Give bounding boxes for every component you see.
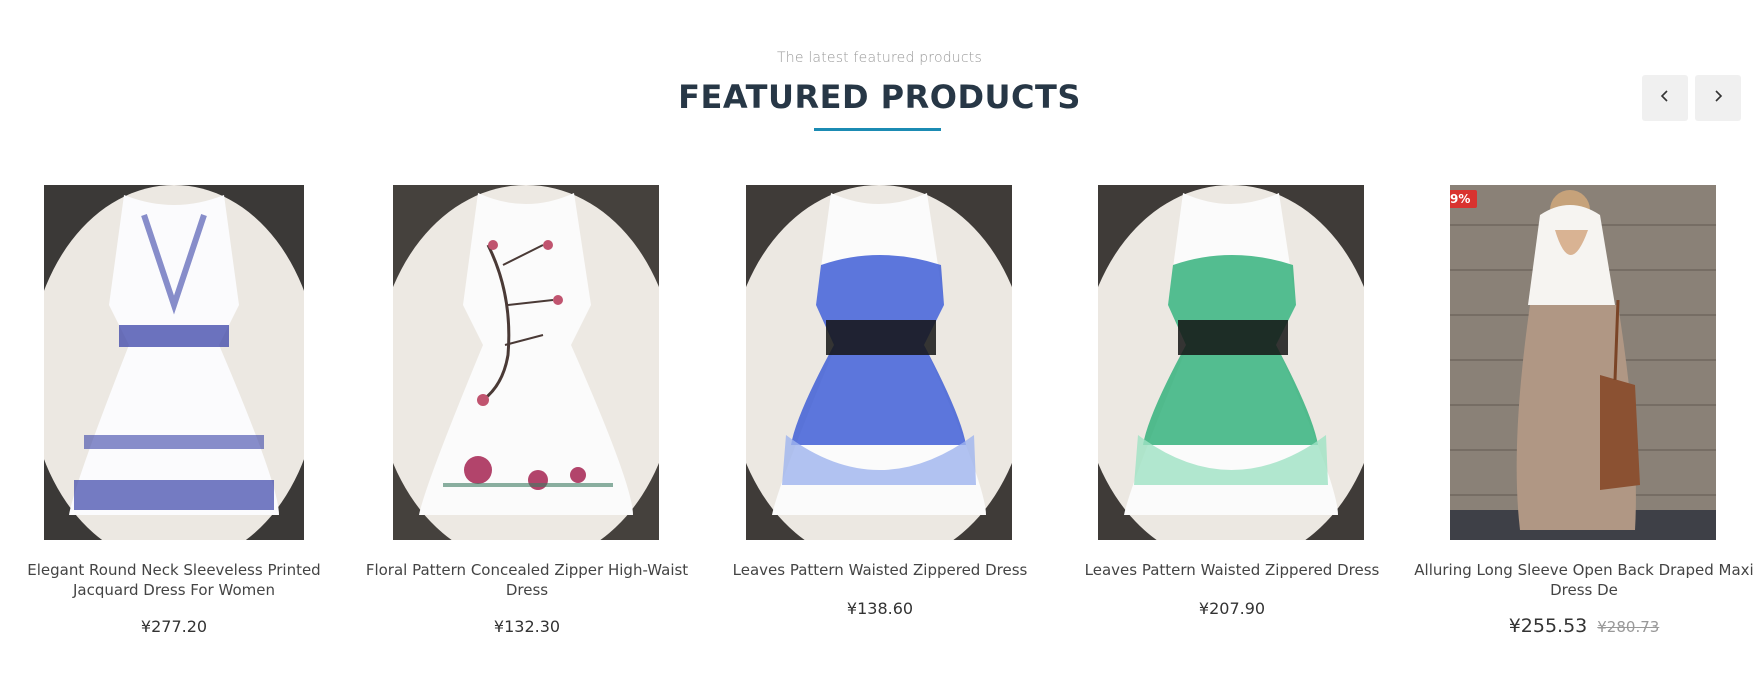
product-price: ¥255.53 ¥280.73 <box>1414 615 1754 637</box>
chevron-left-icon <box>1658 89 1672 108</box>
product-name[interactable]: Alluring Long Sleeve Open Back Draped Ma… <box>1414 560 1754 600</box>
product-name[interactable]: Leaves Pattern Waisted Zippered Dress <box>710 560 1050 580</box>
product-price: ¥207.90 <box>1198 599 1266 618</box>
current-price: ¥255.53 <box>1508 615 1588 637</box>
title-underline <box>814 128 941 131</box>
product-name[interactable]: Floral Pattern Concealed Zipper High-Wai… <box>357 560 697 600</box>
product-price: ¥138.60 <box>846 599 914 618</box>
section-title: FEATURED PRODUCTS <box>678 78 1081 116</box>
discount-badge: -9% <box>1450 190 1478 208</box>
product-name[interactable]: Leaves Pattern Waisted Zippered Dress <box>1062 560 1402 580</box>
product-price: ¥277.20 <box>140 617 208 636</box>
product-image[interactable] <box>746 185 1012 540</box>
product-image[interactable] <box>44 185 304 540</box>
product-price: ¥132.30 <box>493 617 561 636</box>
product-name[interactable]: Elegant Round Neck Sleeveless Printed Ja… <box>4 560 344 600</box>
chevron-right-icon <box>1711 89 1725 108</box>
carousel-next-button[interactable] <box>1695 75 1741 121</box>
product-image[interactable] <box>1098 185 1364 540</box>
product-image[interactable] <box>393 185 659 540</box>
product-image[interactable]: -9% <box>1450 185 1716 540</box>
original-price: ¥280.73 <box>1597 618 1660 636</box>
section-subtitle: The latest featured products <box>777 50 982 66</box>
carousel-prev-button[interactable] <box>1642 75 1688 121</box>
